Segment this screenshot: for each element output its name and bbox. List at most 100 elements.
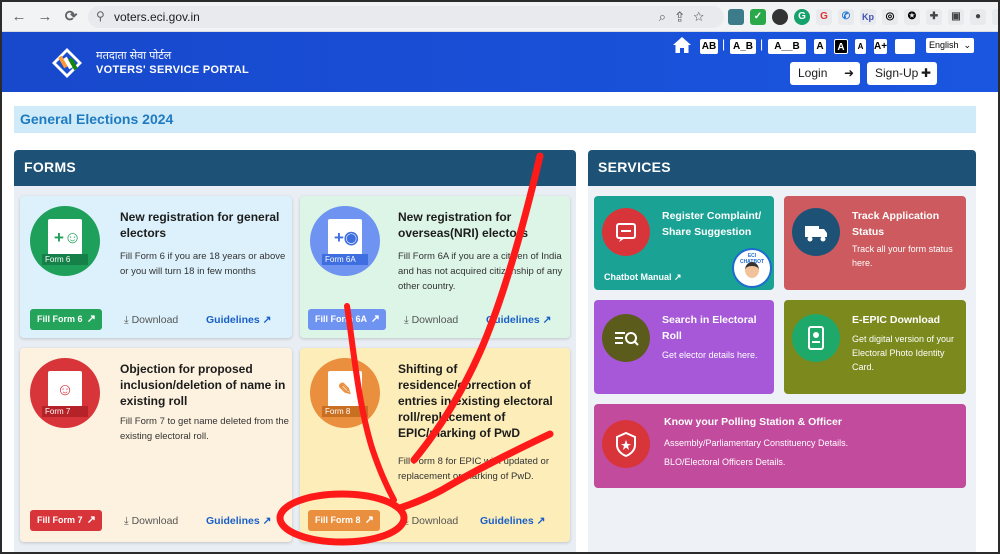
eci-logo[interactable] — [50, 46, 84, 80]
form-8-card[interactable]: ✎ Form 8 Shifting of residence/correctio… — [300, 348, 570, 542]
chevron-down-icon: ⌄ — [963, 40, 971, 50]
extension-icon[interactable]: G — [816, 9, 832, 25]
chatbot-manual-link[interactable]: Chatbot Manual ↗ — [604, 270, 682, 284]
download-link[interactable]: ⤓ Download — [124, 314, 178, 327]
form-title: New registration for overseas(NRI) elect… — [398, 210, 529, 240]
services-panel-header: SERVICES — [588, 150, 976, 186]
browser-toolbar: ← → ⟳ ⚲ voters.eci.gov.in ⌕⇪☆ ✓ G G ✆ Kp… — [2, 2, 998, 32]
search-list-icon — [602, 314, 650, 362]
arrow-up-right-icon: ↗ — [370, 313, 380, 325]
services-heading: SERVICES — [598, 159, 671, 175]
menu-icon[interactable]: ⋮ — [992, 9, 998, 25]
edit-document-icon: ✎ — [337, 380, 353, 399]
fill-form-6a-button[interactable]: Fill Form 6A ↗ — [308, 309, 386, 330]
complaint-icon — [602, 208, 650, 256]
service-description: Get elector details here. — [662, 350, 758, 360]
know-polling-station-card[interactable]: Know your Polling Station & Officer Asse… — [594, 404, 966, 488]
fill-form-7-button[interactable]: Fill Form 7 ↗ — [30, 510, 102, 531]
font-default-button[interactable]: A+ — [874, 39, 887, 54]
extension-icon[interactable]: Kp — [860, 9, 876, 25]
contrast-normal-button[interactable]: A — [814, 39, 826, 54]
login-arrow-icon: ➜ — [843, 66, 854, 80]
form-6a-card[interactable]: +◉ Form 6A New registration for overseas… — [300, 196, 570, 338]
back-icon[interactable]: ← — [10, 8, 28, 26]
extensions-bar: ✓ G G ✆ Kp ◎ ✪ ✚ ▣ ● ⋮ — [728, 9, 998, 25]
form-7-icon: ☺− Form 7 — [30, 358, 100, 428]
track-application-card[interactable]: Track Application Status Track all your … — [784, 196, 966, 290]
forward-icon[interactable]: → — [36, 8, 54, 26]
form-description: Fill Form 8 for EPIC with updated or rep… — [398, 456, 549, 482]
screenshot-frame: ← → ⟳ ⚲ voters.eci.gov.in ⌕⇪☆ ✓ G G ✆ Kp… — [2, 2, 998, 552]
contrast-dark-button[interactable]: A — [834, 39, 848, 54]
bookmark-star-icon[interactable]: ☆ — [693, 9, 714, 24]
zoom-icon[interactable]: ⌕ — [659, 9, 676, 24]
login-button[interactable]: Login ➜ — [790, 62, 860, 85]
shield-extension-icon[interactable]: ✓ — [750, 9, 766, 25]
service-title: Know your Polling Station & Officer — [664, 416, 842, 428]
puzzle-icon[interactable]: ✚ — [926, 9, 942, 25]
reload-icon[interactable]: ⟳ — [62, 8, 80, 26]
form-tag: Form 8 — [322, 406, 368, 417]
text-spacing-large-button[interactable]: A__B — [768, 39, 806, 54]
service-title: E-EPIC Download — [852, 314, 941, 326]
add-user-icon: +☺ — [54, 228, 82, 247]
side-panel-icon[interactable]: ▣ — [948, 9, 964, 25]
font-decrease-button[interactable]: A — [855, 39, 866, 54]
guidelines-link[interactable]: Guidelines ↗ — [206, 515, 271, 527]
download-link[interactable]: ⤓ Download — [404, 515, 458, 528]
user-plus-icon: ✚ — [920, 66, 931, 80]
service-title: Register Complaint/ Share Suggestion — [662, 210, 762, 238]
form-6-card[interactable]: +☺ Form 6 New registration for general e… — [20, 196, 292, 338]
service-title: Search in Electoral Roll — [662, 314, 757, 342]
service-detail: BLO/Electoral Officers Details. — [664, 457, 786, 467]
arrow-up-right-icon: ↗ — [364, 514, 374, 526]
fill-form-8-button[interactable]: Fill Form 8 ↗ — [308, 510, 380, 531]
font-increase-button[interactable] — [895, 39, 915, 54]
services-panel: Register Complaint/ Share Suggestion Cha… — [588, 186, 976, 552]
url-text: voters.eci.gov.in — [114, 10, 200, 24]
search-electoral-roll-card[interactable]: Search in Electoral Roll Get elector det… — [594, 300, 774, 394]
chatbot-avatar[interactable]: ECI CHATBOT — [732, 248, 772, 288]
announcement-banner[interactable]: General Elections 2024 — [14, 106, 976, 133]
extension-icon[interactable] — [728, 9, 744, 25]
text-spacing-medium-button[interactable]: A_B — [730, 39, 756, 54]
globe-icon: +◉ — [334, 228, 359, 247]
form-6a-icon: +◉ Form 6A — [310, 206, 380, 276]
address-bar[interactable]: ⚲ voters.eci.gov.in ⌕⇪☆ — [88, 6, 724, 28]
share-icon[interactable]: ⇪ — [676, 9, 693, 24]
extension-icon[interactable]: ✆ — [838, 9, 854, 25]
form-title: Shifting of residence/correction of entr… — [398, 362, 553, 440]
normal-text-spacing-button[interactable]: AB — [700, 39, 718, 54]
forms-heading: FORMS — [24, 159, 77, 175]
arrow-up-right-icon: ↗ — [86, 514, 96, 526]
guidelines-link[interactable]: Guidelines ↗ — [480, 515, 545, 527]
form-tag: Form 6 — [42, 254, 88, 265]
download-link[interactable]: ⤓ Download — [124, 515, 178, 528]
forms-panel: +☺ Form 6 New registration for general e… — [14, 186, 576, 552]
extension-icon[interactable]: ◎ — [882, 9, 898, 25]
main-content: General Elections 2024 FORMS +☺ Form 6 N… — [2, 92, 998, 552]
form-description: Fill Form 6 if you are 18 years or above… — [120, 251, 286, 277]
register-complaint-card[interactable]: Register Complaint/ Share Suggestion Cha… — [594, 196, 774, 290]
police-badge-icon — [602, 420, 650, 468]
extension-icon[interactable]: ✪ — [904, 9, 920, 25]
form-7-card[interactable]: ☺− Form 7 Objection for proposed inclusi… — [20, 348, 292, 542]
form-title: Objection for proposed inclusion/deletio… — [120, 362, 286, 408]
address-bar-actions: ⌕⇪☆ — [659, 9, 714, 25]
extension-icon[interactable] — [772, 9, 788, 25]
home-icon[interactable] — [672, 36, 692, 54]
e-epic-download-card[interactable]: E-EPIC Download Get digital version of y… — [784, 300, 966, 394]
language-select[interactable]: English ⌄ — [926, 38, 974, 53]
form-description: Fill Form 7 to get name deleted from the… — [120, 416, 289, 442]
site-info-icon[interactable]: ⚲ — [96, 9, 105, 23]
guidelines-link[interactable]: Guidelines ↗ — [206, 314, 271, 326]
form-description: Fill Form 6A if you are a citizen of Ind… — [398, 251, 563, 292]
profile-icon[interactable]: ● — [970, 9, 986, 25]
download-link[interactable]: ⤓ Download — [404, 314, 458, 327]
fill-form-6-button[interactable]: Fill Form 6 ↗ — [30, 309, 102, 330]
signup-button[interactable]: Sign-Up ✚ — [867, 62, 937, 85]
id-card-icon — [792, 314, 840, 362]
grammar-extension-icon[interactable]: G — [794, 9, 810, 25]
banner-title: General Elections 2024 — [20, 111, 174, 127]
guidelines-link[interactable]: Guidelines ↗ — [486, 314, 551, 326]
